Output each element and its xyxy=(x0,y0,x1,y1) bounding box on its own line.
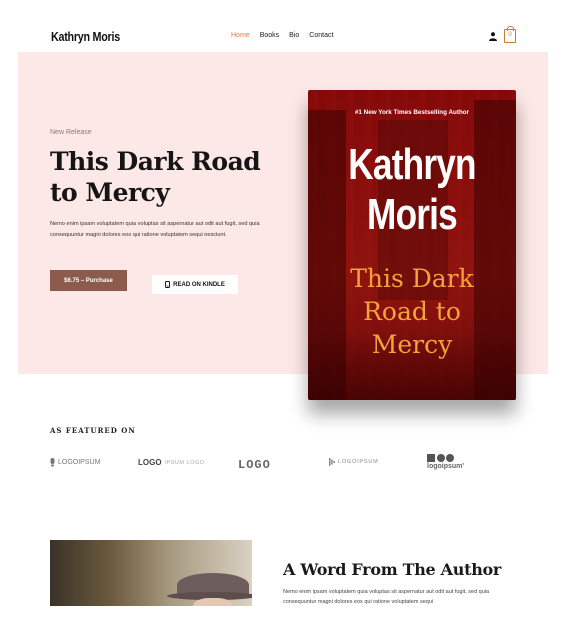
book-cover[interactable]: #1 New York Times Bestselling Author Kat… xyxy=(308,90,516,400)
logo-shapes-icon xyxy=(427,454,454,462)
kindle-label: READ ON KINDLE xyxy=(173,281,225,288)
nav-home[interactable]: Home xyxy=(231,32,250,39)
author-photo xyxy=(50,540,252,606)
book-title-line1: This Dark xyxy=(350,264,474,293)
logo-2-text-a: LOGO xyxy=(138,458,162,467)
hero-description: Nemo enim ipsam voluptatem quia voluptas… xyxy=(50,221,260,238)
hero-kicker: New Release xyxy=(50,129,92,136)
nav-books[interactable]: Books xyxy=(260,32,279,39)
book-tagline: #1 New York Times Bestselling Author xyxy=(354,109,470,116)
book-author-line1: Kathryn xyxy=(348,140,476,189)
purchase-button[interactable]: $6.75 – Purchase xyxy=(50,270,127,291)
site-header: Kathryn Moris Home Books Bio Contact 0 xyxy=(0,0,575,52)
nav-contact[interactable]: Contact xyxy=(309,32,333,39)
logo-stripes-icon xyxy=(329,458,335,466)
featured-label: AS FEATURED ON xyxy=(50,426,136,435)
kindle-icon xyxy=(165,281,171,288)
book-title: This Dark Road to Mercy xyxy=(308,262,516,361)
featured-logo-5: logoipsum' xyxy=(427,454,464,470)
featured-logo-2: LOGO IPSUM LOGO xyxy=(138,458,204,467)
cart-icon[interactable]: 0 xyxy=(504,26,516,43)
cart-count: 0 xyxy=(508,32,512,38)
featured-logo-3: LOGO xyxy=(238,458,271,472)
book-author-line2: Moris xyxy=(367,190,458,239)
author-section-title: A Word From The Author xyxy=(283,560,502,579)
featured-logo-4: LOGOIPSUM xyxy=(329,458,379,466)
site-brand[interactable]: Kathryn Moris xyxy=(51,30,120,44)
read-on-kindle-button[interactable]: READ ON KINDLE xyxy=(152,275,238,294)
logo-5-text: logoipsum' xyxy=(427,463,465,470)
book-title-line2: Road to xyxy=(363,297,461,326)
logo-1-text: LOGOIPSUM xyxy=(58,459,101,466)
main-nav: Home Books Bio Contact xyxy=(231,32,333,39)
featured-logo-1: LOGOIPSUM xyxy=(50,458,100,467)
user-icon[interactable] xyxy=(489,32,497,41)
logo-2-text-b: IPSUM LOGO xyxy=(164,459,205,466)
logo-4-text: LOGOIPSUM xyxy=(338,459,379,465)
book-author: Kathryn Moris xyxy=(329,140,495,240)
nav-bio[interactable]: Bio xyxy=(289,32,299,39)
logo-bulb-icon xyxy=(50,458,55,467)
author-section-description: Nemo enim ipsam voluptatem quia voluptas… xyxy=(283,589,490,605)
hero-title: This Dark Road to Mercy xyxy=(50,147,261,207)
book-title-line3: Mercy xyxy=(371,330,453,359)
author-face xyxy=(193,598,233,606)
